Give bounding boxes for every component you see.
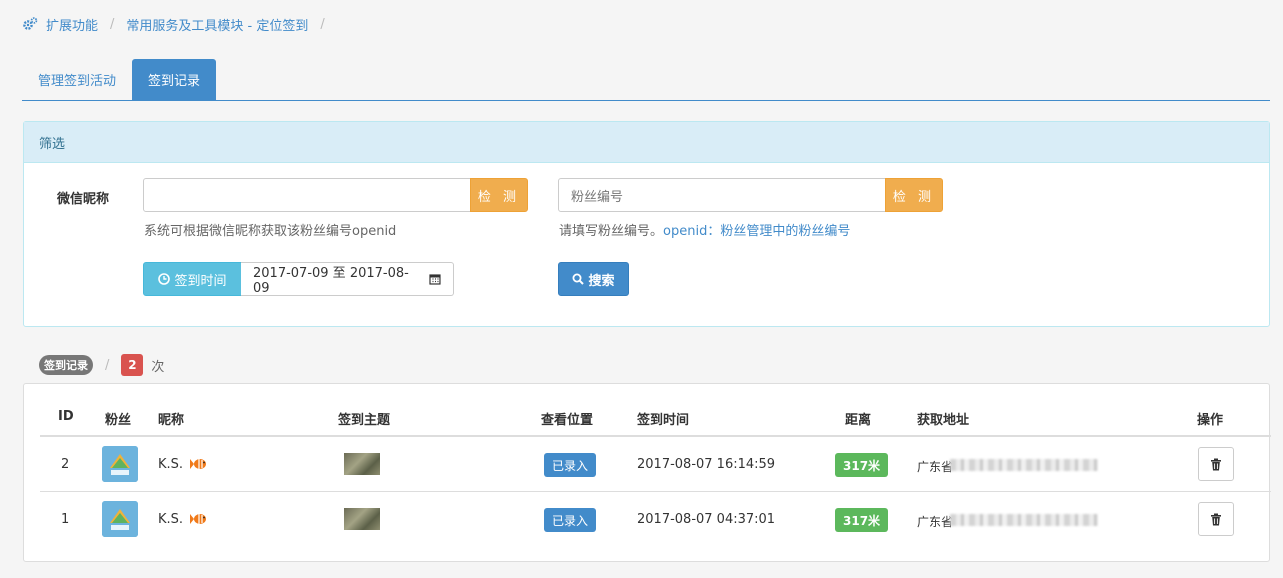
fan-id-input[interactable]: 粉丝编号 <box>558 178 886 212</box>
row-address: 广东省 <box>917 460 954 474</box>
checkin-time-label: 签到时间 <box>174 273 227 289</box>
fan-id-help-text: 请填写粉丝编号。openid：粉丝管理中的粉丝编号 <box>559 220 850 239</box>
address-redacted <box>950 514 1098 526</box>
clock-icon <box>158 273 171 285</box>
nickname-input[interactable] <box>143 178 471 212</box>
col-header-topic: 签到主题 <box>338 413 391 428</box>
delete-button[interactable] <box>1198 447 1234 481</box>
fan-id-placeholder: 粉丝编号 <box>571 189 624 205</box>
avatar-image <box>102 501 138 537</box>
fan-id-help-prefix: 请填写粉丝编号。 <box>559 224 664 239</box>
date-range-value: 2017-07-09 至 2017-08-09 <box>253 266 409 296</box>
gears-icon <box>23 17 38 30</box>
calendar-icon <box>429 274 441 285</box>
nickname-label: 微信昵称 <box>57 192 110 207</box>
records-table: ID 粉丝 昵称 签到主题 查看位置 签到时间 距离 获取地址 操作 2 K.S… <box>23 383 1271 562</box>
breadcrumb-separator: / <box>320 16 325 32</box>
summary-separator: / <box>105 357 110 373</box>
records-summary: 签到记录 / 2 次 <box>39 354 164 376</box>
fan-id-check-button[interactable]: 检 测 <box>885 178 943 212</box>
breadcrumb-separator: / <box>110 16 115 32</box>
col-header-nickname: 昵称 <box>158 413 185 428</box>
trash-icon <box>1211 458 1221 470</box>
col-header-id: ID <box>58 409 74 424</box>
row-id: 1 <box>61 512 70 527</box>
col-header-fan: 粉丝 <box>105 413 132 428</box>
location-recorded-tag[interactable]: 已录入 <box>544 453 597 477</box>
address-redacted <box>950 459 1098 471</box>
row-time: 2017-08-07 04:37:01 <box>637 512 776 527</box>
tab-checkin-records[interactable]: 签到记录 <box>132 59 217 100</box>
row-divider <box>40 491 1271 492</box>
nickname-check-button[interactable]: 检 测 <box>470 178 528 212</box>
filter-panel: 筛选 微信昵称 检 测 系统可根据微信昵称获取该粉丝编号openid 粉丝编号 … <box>23 121 1270 327</box>
breadcrumb-item-checkin-module[interactable]: 常用服务及工具模块 - 定位签到 <box>126 15 308 34</box>
col-header-actions: 操作 <box>1197 413 1224 428</box>
tab-manage-checkin[interactable]: 管理签到活动 <box>22 59 132 100</box>
search-button-label: 搜索 <box>588 273 615 289</box>
fish-emoji-icon <box>190 459 206 469</box>
fan-id-help-link[interactable]: openid：粉丝管理中的粉丝编号 <box>663 224 850 239</box>
filter-panel-title: 筛选 <box>24 122 1269 163</box>
records-count-badge: 2 <box>121 354 144 376</box>
nickname-help-text: 系统可根据微信昵称获取该粉丝编号openid <box>144 224 397 239</box>
breadcrumb: 扩展功能 / 常用服务及工具模块 - 定位签到 / <box>22 14 329 34</box>
search-icon <box>572 273 585 285</box>
fish-emoji-icon <box>190 514 206 524</box>
breadcrumb-item-extensions[interactable]: 扩展功能 <box>46 15 98 34</box>
trash-icon <box>1211 513 1221 525</box>
col-header-location: 查看位置 <box>541 413 594 428</box>
checkin-time-button[interactable]: 签到时间 <box>143 262 242 296</box>
fan-avatar[interactable] <box>102 446 138 482</box>
topic-thumbnail[interactable] <box>344 453 380 475</box>
fan-avatar[interactable] <box>102 501 138 537</box>
distance-tag: 317米 <box>835 508 889 532</box>
delete-button[interactable] <box>1198 502 1234 536</box>
avatar-image <box>102 446 138 482</box>
row-nickname: K.S. <box>158 457 184 472</box>
distance-tag: 317米 <box>835 453 889 477</box>
col-header-time: 签到时间 <box>637 413 690 428</box>
topic-thumbnail[interactable] <box>344 508 380 530</box>
date-range-input[interactable]: 2017-07-09 至 2017-08-09 <box>241 262 454 296</box>
tab-bar: 管理签到活动 签到记录 <box>22 59 1270 101</box>
records-count-unit: 次 <box>151 359 165 375</box>
col-header-address: 获取地址 <box>917 413 970 428</box>
location-recorded-tag[interactable]: 已录入 <box>544 508 597 532</box>
row-nickname: K.S. <box>158 512 184 527</box>
col-header-distance: 距离 <box>845 413 872 428</box>
records-label-badge: 签到记录 <box>39 355 93 375</box>
search-button[interactable]: 搜索 <box>558 262 629 296</box>
row-time: 2017-08-07 16:14:59 <box>637 457 776 472</box>
row-address: 广东省 <box>917 515 954 529</box>
header-divider <box>40 435 1271 437</box>
row-id: 2 <box>61 457 70 472</box>
